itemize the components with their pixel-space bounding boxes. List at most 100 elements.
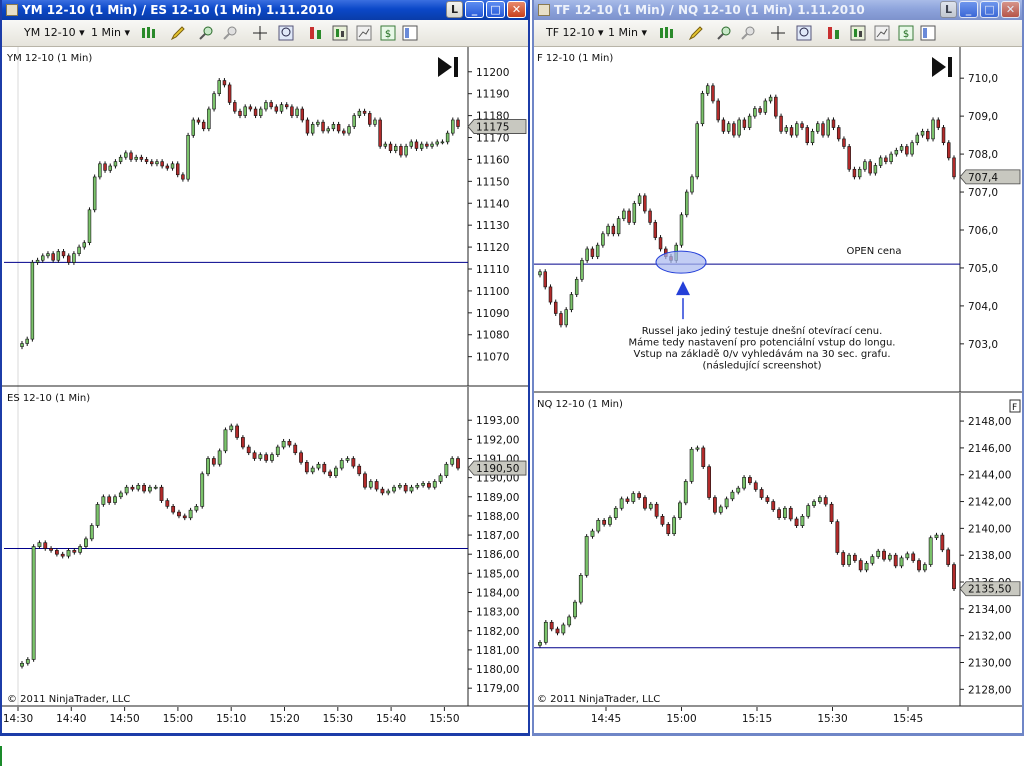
minimize-button[interactable]: _ <box>959 1 978 18</box>
open-price-annotation: OPEN cena <box>847 246 902 257</box>
magnifier-icon[interactable] <box>278 25 294 41</box>
candle-body <box>653 222 658 238</box>
candle-body <box>678 502 682 518</box>
candle-body <box>878 157 883 166</box>
indicators-icon[interactable] <box>826 25 842 41</box>
y-tick-label: 11120 <box>476 242 509 254</box>
pencil-draw-icon[interactable] <box>688 25 704 41</box>
maximize-button[interactable]: □ <box>486 1 505 18</box>
y-tick-label: 705,0 <box>968 263 998 275</box>
candle-body <box>852 168 857 178</box>
y-tick-label: 2140,00 <box>968 523 1011 535</box>
annotation-text-line: Máme tedy nastavení pro potenciální vstu… <box>629 337 896 349</box>
candle-body <box>328 471 333 477</box>
candle-body <box>51 253 55 261</box>
link-button[interactable]: L <box>446 1 463 18</box>
candle-body <box>95 504 100 526</box>
candle-body <box>800 123 804 128</box>
interval-label: 1 Min <box>608 26 639 39</box>
order-entry-icon[interactable]: $ <box>898 25 914 41</box>
chart-properties-icon[interactable] <box>356 25 372 41</box>
right-chart-area[interactable]: F 12-10 (1 Min) 710,0 709,0 708,0 707,0 706,0… <box>534 47 1022 736</box>
candle-body <box>181 174 185 180</box>
y-tick-label: 11170 <box>476 133 509 145</box>
candle-body <box>777 509 781 518</box>
candle-body <box>357 110 362 116</box>
candlestick-style-icon[interactable] <box>658 25 674 41</box>
desktop-strip <box>0 736 1024 768</box>
candle-body <box>695 447 700 450</box>
candle-body <box>78 546 83 553</box>
candle-body <box>188 509 193 519</box>
zoom-in-icon[interactable] <box>716 25 732 41</box>
pencil-draw-icon[interactable] <box>170 25 186 41</box>
x-tick-label: 15:40 <box>376 713 406 725</box>
candle-body <box>212 93 216 110</box>
right-chart-window: TF 12-10 (1 Min) / NQ 12-10 (1 Min) 1.11… <box>532 0 1024 736</box>
left-chart-area[interactable]: YM 12-10 (1 Min)112001119011180111701116… <box>2 47 528 736</box>
close-button[interactable]: ✕ <box>507 1 526 18</box>
candle-body <box>619 498 624 509</box>
candle-body <box>574 279 579 295</box>
left-titlebar[interactable]: YM 12-10 (1 Min) / ES 12-10 (1 Min) 1.11… <box>2 0 528 20</box>
copyright-text: © 2011 NinjaTrader, LLC <box>537 694 660 705</box>
interval-selector[interactable]: 1 Min ▾ <box>608 25 647 41</box>
data-box-icon[interactable] <box>920 25 936 41</box>
close-button[interactable]: ✕ <box>1001 1 1020 18</box>
candle-body <box>456 458 460 469</box>
strategies-icon[interactable] <box>850 25 866 41</box>
candlestick-style-icon[interactable] <box>140 25 156 41</box>
candle-body <box>905 553 910 559</box>
minimize-button[interactable]: _ <box>465 1 484 18</box>
candle-body <box>864 562 869 571</box>
crosshair-icon[interactable] <box>770 25 786 41</box>
candle-body <box>347 126 351 134</box>
candle-body <box>284 104 289 108</box>
candle-body <box>316 121 320 125</box>
last-price-label: 707,4 <box>968 172 998 184</box>
order-entry-icon[interactable]: $ <box>380 25 396 41</box>
zoom-out-icon[interactable] <box>222 25 238 41</box>
candle-body <box>705 85 710 94</box>
y-tick-label: 1184,00 <box>476 587 519 599</box>
candle-body <box>287 440 292 446</box>
data-box-icon[interactable] <box>402 25 418 41</box>
candle-body <box>926 131 930 140</box>
interval-selector[interactable]: 1 Min ▾ <box>91 25 130 41</box>
strategies-icon[interactable] <box>332 25 348 41</box>
left-window-title: YM 12-10 (1 Min) / ES 12-10 (1 Min) 1.11… <box>22 3 334 17</box>
candle-body <box>54 550 59 555</box>
candle-body <box>171 506 176 513</box>
instrument-selector[interactable]: TF 12-10 ▾ <box>546 25 604 41</box>
candle-body <box>737 119 741 136</box>
candle-body <box>235 425 239 438</box>
crosshair-icon[interactable] <box>252 25 268 41</box>
x-tick-label: 15:15 <box>742 713 772 725</box>
candle-body <box>952 564 956 590</box>
link-button[interactable]: L <box>940 1 957 18</box>
y-tick-label: 11190 <box>476 89 509 101</box>
right-titlebar[interactable]: TF 12-10 (1 Min) / NQ 12-10 (1 Min) 1.11… <box>534 0 1022 20</box>
x-tick-label: 14:45 <box>591 713 621 725</box>
candle-body <box>342 130 346 134</box>
y-tick-label: 11070 <box>476 352 509 364</box>
candle-body <box>823 497 828 505</box>
zoom-in-icon[interactable] <box>198 25 214 41</box>
zoom-out-icon[interactable] <box>740 25 756 41</box>
candle-body <box>165 165 170 169</box>
candle-body <box>72 550 77 553</box>
candle-body <box>590 248 595 257</box>
candle-body <box>753 108 757 117</box>
candle-body <box>928 537 933 565</box>
y-tick-label: 707,0 <box>968 187 998 199</box>
candle-body <box>643 497 647 509</box>
candle-body <box>922 564 927 571</box>
magnifier-icon[interactable] <box>796 25 812 41</box>
instrument-selector[interactable]: YM 12-10 ▾ <box>24 25 85 41</box>
chart-properties-icon[interactable] <box>874 25 890 41</box>
candle-body <box>631 493 636 502</box>
maximize-button[interactable]: □ <box>980 1 999 18</box>
indicators-icon[interactable] <box>308 25 324 41</box>
candle-body <box>810 131 815 143</box>
y-tick-label: 1186,00 <box>476 549 519 561</box>
